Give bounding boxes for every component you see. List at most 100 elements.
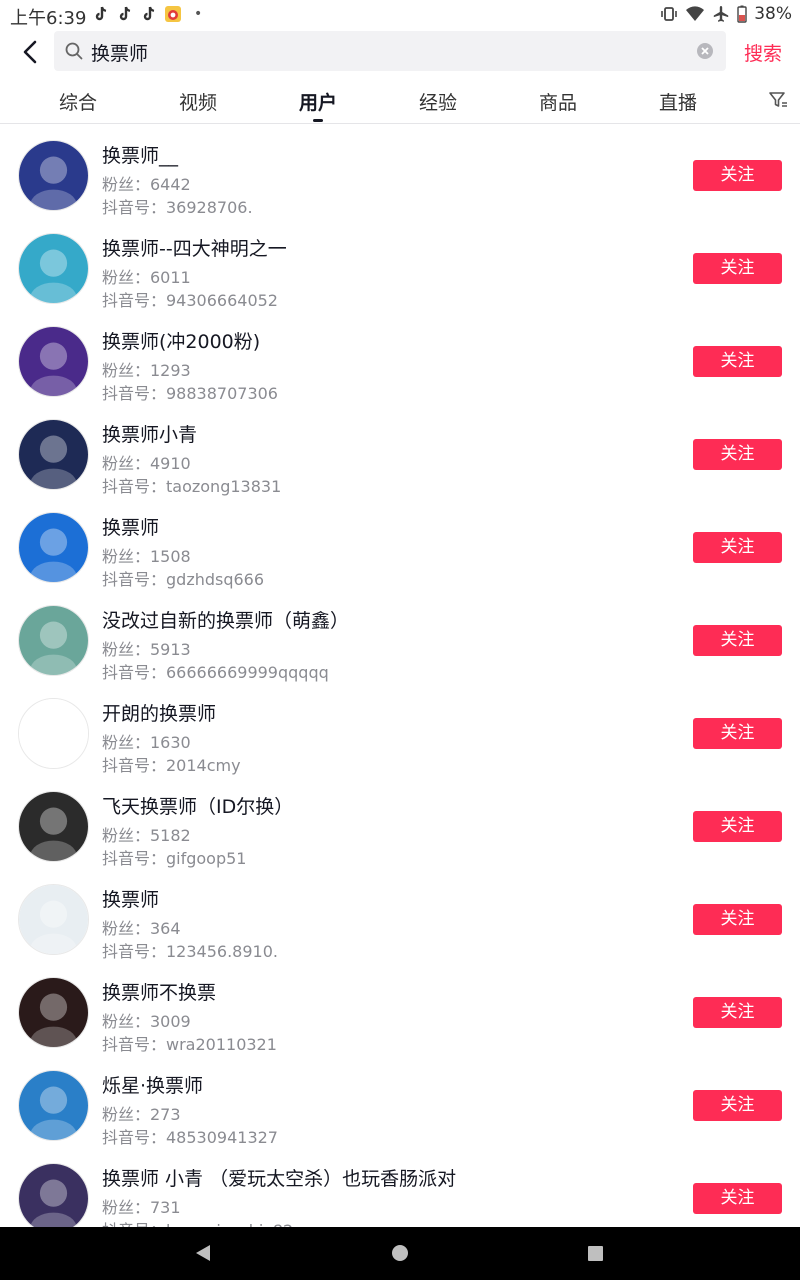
user-douyin-id: 抖音号：huanpiaoshix82 — [102, 1217, 293, 1227]
user-avatar[interactable] — [18, 1070, 89, 1141]
user-result-row[interactable]: 换票师__ 粉丝：6442 抖音号：36928706. 关注 — [0, 125, 800, 218]
user-fans-count: 粉丝：4910 — [102, 454, 191, 473]
user-douyin-id: 抖音号：94306664052 — [102, 291, 278, 310]
search-header: 换票师 搜索 — [0, 30, 800, 76]
user-fans-count: 粉丝：1508 — [102, 547, 191, 566]
user-douyin-id: 抖音号：123456.8910. — [102, 942, 278, 961]
user-douyin-id: 抖音号：wra20110321 — [102, 1035, 277, 1054]
follow-button[interactable]: 关注 — [693, 253, 782, 284]
tab-videos[interactable]: 视频 — [158, 88, 238, 115]
user-results-list: 换票师__ 粉丝：6442 抖音号：36928706. 关注 换票师--四大神明之一 粉丝… — [0, 125, 800, 1227]
tab-live[interactable]: 直播 — [638, 88, 718, 115]
airplane-icon — [714, 6, 729, 22]
clear-icon[interactable] — [696, 42, 714, 60]
user-avatar[interactable] — [18, 419, 89, 490]
user-avatar[interactable] — [18, 884, 89, 955]
user-avatar[interactable] — [18, 140, 89, 211]
user-fans-count: 粉丝：6442 — [102, 175, 191, 194]
user-name: 换票师不换票 — [102, 982, 217, 1004]
user-name: 换票师 — [102, 517, 160, 539]
user-fans-count: 粉丝：6011 — [102, 268, 191, 287]
user-result-row[interactable]: 换票师 小青 （爱玩太空杀）也玩香肠派对粉丝：731抖音号：huanpiaosh… — [0, 1148, 800, 1227]
user-douyin-id: 抖音号：2014cmy — [102, 756, 241, 775]
user-avatar[interactable] — [18, 512, 89, 583]
app-notification-icon — [165, 6, 181, 22]
user-result-row[interactable]: 换票师(冲2000粉) 粉丝：1293 抖音号：98838707306 关注 — [0, 311, 800, 404]
back-arrow-icon[interactable] — [18, 38, 46, 66]
nav-recents-icon[interactable] — [588, 1246, 603, 1261]
user-name: 开朗的换票师 — [102, 703, 217, 725]
follow-button[interactable]: 关注 — [693, 160, 782, 191]
user-result-row[interactable]: 换票师--四大神明之一 粉丝：6011 抖音号：94306664052 关注 — [0, 218, 800, 311]
follow-button[interactable]: 关注 — [693, 346, 782, 377]
user-avatar[interactable] — [18, 698, 89, 769]
user-douyin-id: 抖音号：48530941327 — [102, 1128, 278, 1147]
follow-button[interactable]: 关注 — [693, 625, 782, 656]
tiktok-notification-icon — [143, 6, 155, 21]
search-icon — [65, 42, 83, 60]
user-name: 飞天换票师（ID尔换） — [102, 796, 294, 818]
user-avatar[interactable] — [18, 1163, 89, 1227]
tiktok-notification-icon — [95, 6, 107, 21]
follow-button[interactable]: 关注 — [693, 811, 782, 842]
filter-icon[interactable] — [768, 90, 788, 110]
tab-users[interactable]: 用户 — [278, 88, 358, 115]
user-fans-count: 粉丝：731 — [102, 1198, 181, 1217]
user-avatar[interactable] — [18, 977, 89, 1048]
search-input[interactable]: 换票师 — [54, 31, 726, 71]
follow-button[interactable]: 关注 — [693, 1090, 782, 1121]
user-fans-count: 粉丝：5913 — [102, 640, 191, 659]
system-status: 38% — [660, 4, 792, 24]
notification-icons: • — [92, 5, 202, 23]
user-result-row[interactable]: 换票师 粉丝：1508 抖音号：gdzhdsq666 关注 — [0, 497, 800, 590]
user-avatar[interactable] — [18, 233, 89, 304]
follow-button[interactable]: 关注 — [693, 997, 782, 1028]
user-fans-count: 粉丝：1630 — [102, 733, 191, 752]
tab-general[interactable]: 综合 — [38, 88, 118, 115]
user-fans-count: 粉丝：273 — [102, 1105, 181, 1124]
system-nav-bar — [0, 1227, 800, 1280]
user-fans-count: 粉丝：1293 — [102, 361, 191, 380]
wifi-icon — [686, 6, 705, 21]
follow-button[interactable]: 关注 — [693, 532, 782, 563]
user-avatar[interactable] — [18, 791, 89, 862]
nav-home-icon[interactable] — [392, 1245, 408, 1261]
active-tab-indicator — [313, 119, 323, 122]
nav-back-icon[interactable] — [194, 1244, 212, 1262]
user-name: 换票师__ — [102, 145, 179, 167]
status-time: 上午6:39 — [10, 8, 87, 29]
search-button[interactable]: 搜索 — [744, 39, 782, 66]
user-result-row[interactable]: 换票师小青粉丝：4910 抖音号：taozong13831 关注 — [0, 404, 800, 497]
user-douyin-id: 抖音号：66666669999qqqqq — [102, 663, 329, 682]
result-tabs: 综合 视频 用户 经验 商品 直播 — [0, 78, 800, 124]
user-result-row[interactable]: 开朗的换票师 粉丝：1630 抖音号：2014cmy 关注 — [0, 683, 800, 776]
user-name: 换票师小青 — [102, 424, 198, 446]
tab-experience[interactable]: 经验 — [398, 88, 478, 115]
follow-button[interactable]: 关注 — [693, 439, 782, 470]
user-name: 换票师 — [102, 889, 160, 911]
user-result-row[interactable]: 换票师 粉丝：364 抖音号：123456.8910. 关注 — [0, 869, 800, 962]
user-result-row[interactable]: 换票师不换票 粉丝：3009 抖音号：wra20110321 关注 — [0, 962, 800, 1055]
user-douyin-id: 抖音号：gifgoop51 — [102, 849, 247, 868]
follow-button[interactable]: 关注 — [693, 904, 782, 935]
user-result-row[interactable]: 飞天换票师（ID尔换） 粉丝：5182 抖音号：gifgoop51 关注 — [0, 776, 800, 869]
user-fans-count: 粉丝：3009 — [102, 1012, 191, 1031]
user-avatar[interactable] — [18, 326, 89, 397]
vibrate-icon — [661, 7, 678, 21]
follow-button[interactable]: 关注 — [693, 718, 782, 749]
user-name: 烁星·换票师 — [102, 1075, 204, 1097]
search-query[interactable]: 换票师 — [91, 39, 148, 66]
user-name: 没改过自新的换票师（萌鑫） — [102, 610, 350, 632]
follow-button[interactable]: 关注 — [693, 1183, 782, 1214]
tab-products[interactable]: 商品 — [518, 88, 598, 115]
user-douyin-id: 抖音号：36928706. — [102, 198, 253, 217]
user-douyin-id: 抖音号：taozong13831 — [102, 477, 282, 496]
battery-percent: 38% — [754, 4, 792, 24]
user-name: 换票师--四大神明之一 — [102, 238, 287, 260]
battery-icon — [737, 5, 747, 23]
user-result-row[interactable]: 没改过自新的换票师（萌鑫） 粉丝：5913 抖音号：66666669999qqqqq… — [0, 590, 800, 683]
user-name: 换票师 小青 （爱玩太空杀）也玩香肠派对 — [102, 1168, 457, 1190]
user-avatar[interactable] — [18, 605, 89, 676]
status-bar: 上午6:39 • 38% — [0, 0, 800, 30]
user-result-row[interactable]: 烁星·换票师 粉丝：273 抖音号：48530941327 关注 — [0, 1055, 800, 1148]
